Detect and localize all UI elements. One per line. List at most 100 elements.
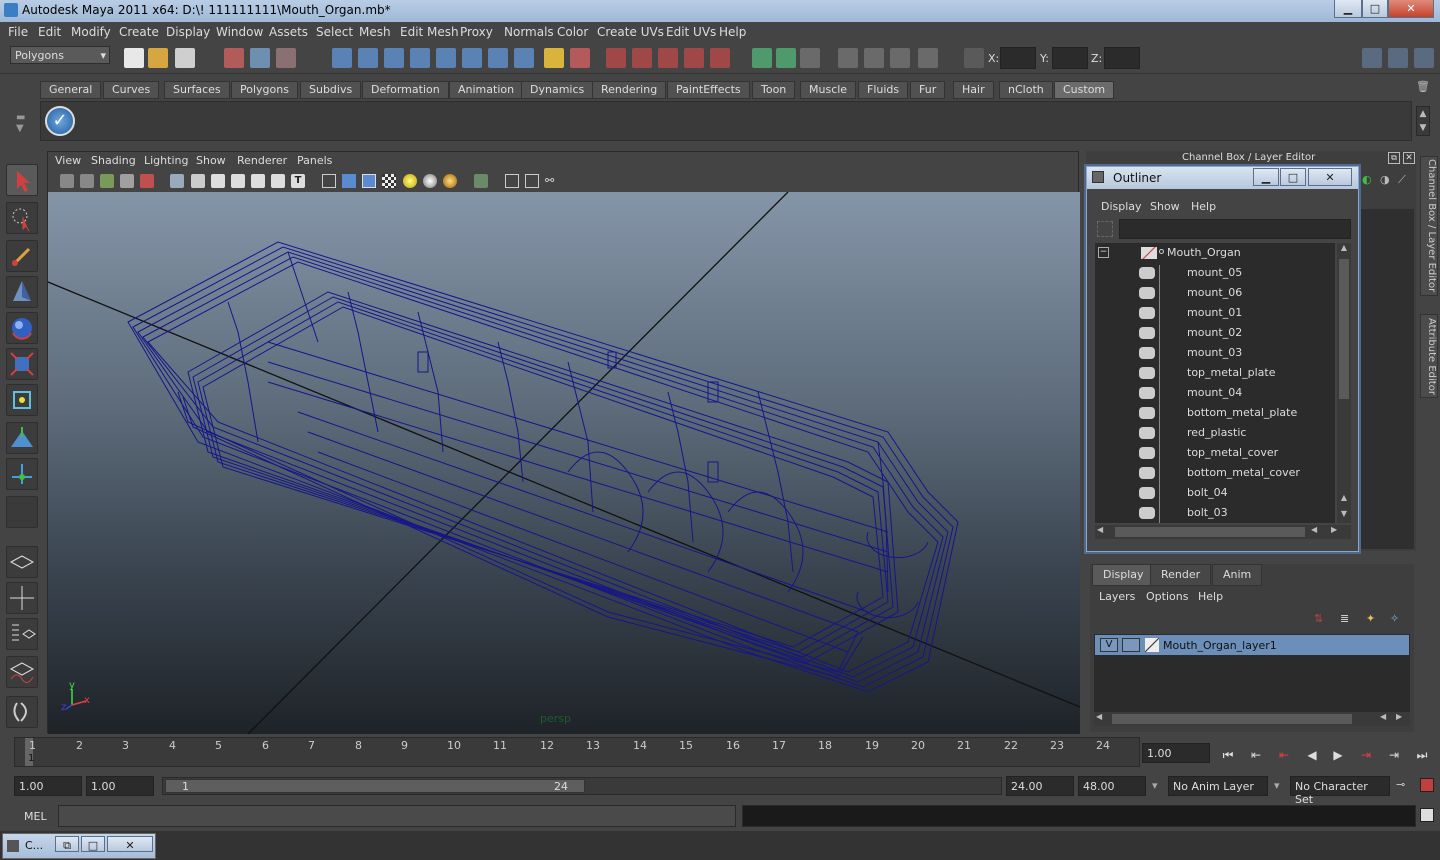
outliner-search-input[interactable] [1119, 219, 1351, 239]
current-frame-field[interactable]: 1.00 [1142, 743, 1210, 763]
mask-dynamics-icon[interactable] [462, 48, 482, 68]
scroll-left-icon[interactable]: ◀ [1380, 712, 1386, 721]
new-scene-icon[interactable] [124, 48, 144, 68]
layer-color-icon[interactable] [1145, 638, 1159, 652]
channel-box-tool-icon-3[interactable]: ⟋ [1398, 173, 1412, 187]
shelf-tab-hair[interactable]: Hair [953, 81, 994, 99]
universal-manipulator-icon[interactable] [6, 384, 38, 416]
menu-create-uvs[interactable]: Create UVs [597, 25, 664, 39]
layers-menu-options[interactable]: Options [1146, 590, 1188, 603]
absolute-transform-icon[interactable] [964, 48, 984, 68]
menu-normals[interactable]: Normals [504, 25, 554, 39]
minimized-window[interactable]: C... ⧉ □ ✕ [2, 833, 156, 859]
shelf-tab-toon[interactable]: Toon [752, 81, 796, 99]
range-slider[interactable]: 1 24 [162, 777, 1002, 795]
play-forwards-icon[interactable]: ▶ [1330, 748, 1346, 762]
snap-view-plane-icon[interactable] [684, 48, 704, 68]
outliner-menu-show[interactable]: Show [1150, 200, 1180, 213]
outliner-root-row[interactable]: − Mouth_Organ [1095, 243, 1335, 263]
collapse-icon[interactable]: − [1098, 247, 1109, 258]
snap-grid-icon[interactable] [606, 48, 626, 68]
mode-dropdown[interactable]: Polygons ▾ [10, 46, 110, 64]
layer-display-type-toggle[interactable] [1122, 638, 1140, 652]
shelf-tab-subdivs[interactable]: Subdivs [300, 81, 362, 99]
menu-assets[interactable]: Assets [269, 25, 308, 39]
shelf-tab-polygons[interactable]: Polygons [231, 81, 298, 99]
shelf-scroll-icon[interactable]: ▲ ▼ [1416, 106, 1430, 136]
scroll-thumb[interactable] [1115, 527, 1305, 537]
wireframe-mouth-organ-model[interactable] [48, 192, 1080, 734]
maximize-button[interactable]: □ [1362, 0, 1388, 18]
scroll-left-icon[interactable]: ◀ [1097, 525, 1103, 534]
input-ops-icon[interactable] [752, 48, 772, 68]
menu-display[interactable]: Display [166, 25, 210, 39]
lasso-tool-icon[interactable] [6, 202, 38, 234]
viewport-3d-scene[interactable]: y x z persp [48, 192, 1080, 734]
move-layer-up-icon[interactable]: ⇅ [1314, 612, 1332, 628]
construction-history-icon[interactable] [800, 48, 820, 68]
tab-layer-display[interactable]: Display [1092, 564, 1155, 586]
scroll-left-icon[interactable]: ◀ [1311, 525, 1317, 534]
shelf-menu-icon[interactable]: ▬ ▼ [16, 112, 32, 134]
channel-box-tool-icon-2[interactable]: ◑ [1380, 173, 1394, 187]
xray-joints-icon[interactable] [525, 174, 539, 188]
list-item[interactable]: mount_02 [1095, 323, 1335, 343]
scale-tool-icon[interactable] [6, 348, 38, 380]
list-item[interactable]: red_plastic [1095, 423, 1335, 443]
layers-menu-layers[interactable]: Layers [1099, 590, 1135, 603]
chevron-down-icon[interactable]: ▾ [1152, 779, 1158, 792]
xray-icon[interactable] [505, 174, 519, 188]
step-forward-frame-icon[interactable]: ⇥ [1386, 748, 1402, 762]
show-manipulator-icon[interactable] [6, 458, 38, 490]
safe-action-icon[interactable] [271, 174, 285, 188]
output-ops-icon[interactable] [776, 48, 796, 68]
checkmark-icon[interactable]: ✓ [45, 106, 75, 136]
scroll-up-icon[interactable]: ▲ [1338, 493, 1350, 505]
step-back-frame-icon[interactable]: ⇤ [1248, 748, 1264, 762]
render-current-frame-icon[interactable] [838, 48, 858, 68]
play-backwards-icon[interactable]: ◀ [1304, 748, 1320, 762]
scroll-left-icon[interactable]: ◀ [1096, 712, 1102, 721]
textured-icon[interactable] [382, 174, 396, 188]
outliner-layout-icon[interactable] [6, 618, 38, 650]
auto-key-icon[interactable] [1420, 778, 1434, 792]
y-field[interactable] [1052, 47, 1088, 69]
scroll-up-icon[interactable]: ▲ [1338, 243, 1350, 255]
safe-title-icon[interactable]: T [291, 174, 305, 188]
vp-menu-panels[interactable]: Panels [297, 154, 332, 167]
mel-label[interactable]: MEL [24, 810, 47, 823]
list-item[interactable]: bottom_metal_plate [1095, 403, 1335, 423]
shelf-tab-general[interactable]: General [40, 81, 102, 99]
chevron-down-icon[interactable]: ▾ [1274, 779, 1280, 792]
share-icon[interactable]: ⚯ [545, 174, 559, 188]
key-icon[interactable]: ⊸ [1396, 778, 1405, 791]
default-lighting-icon[interactable] [403, 174, 417, 188]
field-chart-icon[interactable] [251, 174, 265, 188]
all-lights-icon[interactable] [423, 174, 437, 188]
list-item[interactable]: mount_05 [1095, 263, 1335, 283]
layer-visibility-toggle[interactable]: V [1100, 638, 1118, 652]
list-item[interactable]: mount_06 [1095, 283, 1335, 303]
layers-menu-help[interactable]: Help [1198, 590, 1223, 603]
shelf-tab-fluids[interactable]: Fluids [858, 81, 909, 99]
close-panel-icon[interactable]: ✕ [1403, 152, 1415, 164]
isolate-select-icon[interactable] [474, 174, 488, 188]
shelf-tab-curves[interactable]: Curves [103, 81, 160, 99]
menu-modify[interactable]: Modify [71, 25, 111, 39]
channel-box-tool-icon-1[interactable]: ◐ [1362, 173, 1376, 187]
scroll-down-icon[interactable]: ▼ [1338, 509, 1350, 521]
list-item[interactable]: bolt_03 [1095, 503, 1335, 523]
tab-layer-anim[interactable]: Anim [1212, 564, 1263, 586]
mask-misc-icon[interactable] [514, 48, 534, 68]
shelf-tab-animation[interactable]: Animation [449, 81, 524, 99]
new-layer-icon[interactable]: ✦ [1366, 612, 1384, 628]
mask-rendering-icon[interactable] [488, 48, 508, 68]
tab-layer-render[interactable]: Render [1150, 564, 1212, 586]
trash-icon[interactable]: 🗑 [1416, 80, 1432, 96]
mask-surfaces-icon[interactable] [410, 48, 430, 68]
move-tool-icon[interactable] [6, 276, 38, 308]
end-time-field[interactable]: 48.00 [1078, 776, 1146, 796]
maximize-button[interactable]: □ [81, 836, 105, 852]
toggle-tool-settings-icon[interactable] [1388, 48, 1408, 68]
shelf-tab-surfaces[interactable]: Surfaces [164, 81, 230, 99]
